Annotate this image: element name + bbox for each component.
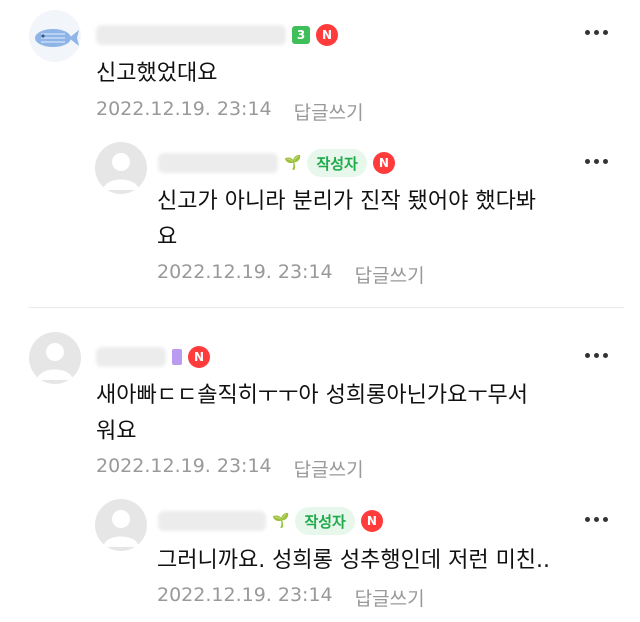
more-dot [602, 352, 608, 358]
sprout-icon: 🌱 [272, 513, 290, 529]
more-dot [602, 516, 608, 522]
nickname-blurred [158, 153, 278, 173]
reply-button[interactable]: 답글쓰기 [294, 98, 364, 125]
default-profile-icon [103, 153, 139, 190]
more-options-button[interactable] [582, 345, 610, 365]
new-badge: N [372, 152, 395, 174]
author-badge: 작성자 [307, 149, 367, 177]
commenter-avatar[interactable] [29, 10, 81, 62]
level-badge: 3 [292, 26, 310, 44]
more-dot [593, 516, 599, 522]
new-badge: N [316, 24, 338, 46]
author-nickname[interactable]: 🌱 작성자 N [158, 149, 395, 177]
author-avatar[interactable] [95, 142, 147, 194]
commenter-nickname[interactable]: 3 N [96, 21, 338, 49]
more-dots-icon [584, 352, 590, 358]
author-avatar[interactable] [95, 499, 147, 551]
comment-divider [28, 307, 624, 308]
more-options-button[interactable] [582, 151, 610, 171]
new-badge: N [188, 346, 210, 368]
author-nickname[interactable]: 🌱 작성자 N [158, 507, 383, 535]
whale-avatar-icon [35, 29, 79, 47]
grade-icon [172, 349, 182, 365]
comment-meta: 2022.12.19. 23:14 답글쓰기 [96, 98, 364, 125]
more-dot [593, 352, 599, 358]
nickname-blurred [96, 347, 166, 367]
reply-button[interactable]: 답글쓰기 [355, 584, 425, 611]
reply-timestamp: 2022.12.19. 23:14 [157, 261, 333, 283]
reply-meta: 2022.12.19. 23:14 답글쓰기 [157, 584, 425, 611]
more-dot [593, 158, 599, 164]
comment-timestamp: 2022.12.19. 23:14 [96, 455, 272, 477]
reply-text-line: 신고가 아니라 분리가 진작 됐어야 했다봐 [157, 189, 537, 214]
more-dot [602, 29, 608, 35]
more-dots-icon [584, 29, 590, 35]
new-badge: N [360, 510, 383, 532]
sprout-icon: 🌱 [284, 155, 302, 171]
more-dot [602, 158, 608, 164]
nickname-blurred [96, 25, 286, 45]
comment-text-line: 새아빠ㄷㄷ솔직히ㅜㅜ아 성희롱아닌가요ㅜ무서 [96, 383, 529, 408]
default-profile-icon [103, 510, 139, 547]
reply-button[interactable]: 답글쓰기 [294, 455, 364, 482]
reply-text-line: 요 [157, 225, 178, 250]
comment-meta: 2022.12.19. 23:14 답글쓰기 [96, 455, 364, 482]
more-options-button[interactable] [582, 509, 610, 529]
nickname-blurred [158, 511, 266, 531]
comment-text: 신고했었대요 [96, 61, 218, 86]
author-badge: 작성자 [295, 507, 355, 535]
commenter-avatar[interactable] [29, 332, 81, 384]
comment-timestamp: 2022.12.19. 23:14 [96, 98, 272, 120]
default-profile-icon [37, 343, 73, 380]
reply-text: 그러니까요. 성희롱 성추행인데 저런 미친.. [157, 548, 551, 573]
more-options-button[interactable] [582, 22, 610, 42]
reply-timestamp: 2022.12.19. 23:14 [157, 584, 333, 606]
reply-meta: 2022.12.19. 23:14 답글쓰기 [157, 261, 425, 288]
comment-text: 새아빠ㄷㄷ솔직히ㅜㅜ아 성희롱아닌가요ㅜ무서 워요 [96, 378, 528, 450]
more-dot [593, 29, 599, 35]
comment-text-line: 워요 [96, 419, 137, 444]
reply-button[interactable]: 답글쓰기 [355, 261, 425, 288]
commenter-nickname[interactable]: N [96, 343, 210, 371]
more-dots-icon [584, 158, 590, 164]
more-dots-icon [584, 516, 590, 522]
reply-text: 신고가 아니라 분리가 진작 됐어야 했다봐 요 [157, 184, 536, 256]
